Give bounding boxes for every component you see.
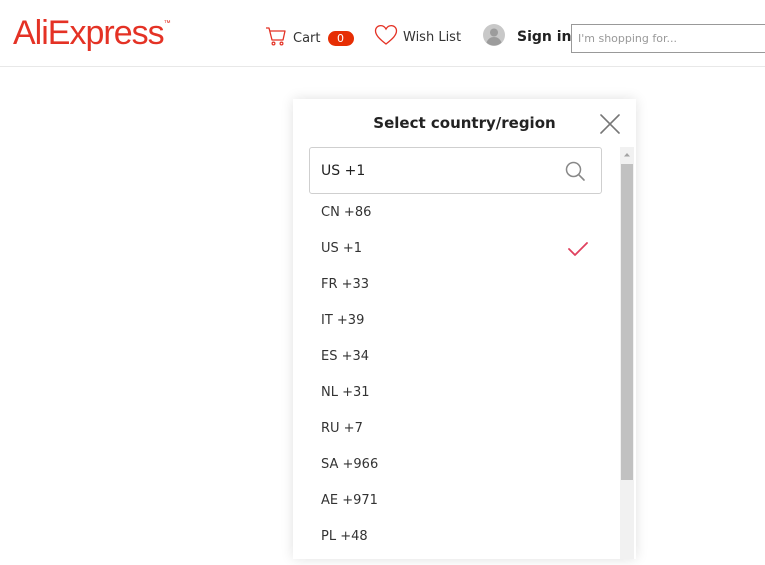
scrollbar-thumb[interactable] (621, 164, 633, 480)
cart-link[interactable]: Cart 0 (265, 25, 354, 51)
top-header: AliExpress™ Cart 0 Wish List Sign in I'm… (0, 0, 765, 67)
signin-link[interactable]: Sign in (483, 24, 572, 50)
close-button[interactable] (598, 112, 622, 136)
cart-label: Cart (293, 30, 321, 46)
country-search-input[interactable] (321, 160, 551, 182)
country-option-es[interactable]: ES +34 (309, 339, 604, 375)
country-list: CN +86 US +1 FR +33 IT +39 ES +34 NL +31… (309, 195, 604, 565)
heart-icon (374, 24, 398, 50)
country-option-label: IT +39 (321, 313, 365, 328)
signin-label: Sign in (517, 29, 572, 45)
wishlist-link[interactable]: Wish List (374, 24, 461, 50)
logo-trademark: ™ (163, 20, 171, 27)
list-scrollbar[interactable] (620, 147, 634, 559)
country-option-label: US +1 (321, 241, 363, 256)
scroll-up-arrow-icon (624, 153, 630, 157)
country-option-cn[interactable]: CN +86 (309, 195, 604, 231)
check-icon (568, 242, 588, 256)
aliexpress-logo[interactable]: AliExpress™ (13, 14, 171, 52)
country-option-ru[interactable]: RU +7 (309, 411, 604, 447)
logo-text: AliExpress (13, 14, 165, 52)
site-search-input[interactable] (571, 24, 765, 53)
cart-icon (265, 25, 287, 51)
wishlist-label: Wish List (403, 29, 462, 45)
country-search-box (309, 147, 602, 194)
scroll-up-button[interactable] (620, 147, 634, 163)
country-option-pl[interactable]: PL +48 (309, 519, 604, 555)
country-option-ae[interactable]: AE +971 (309, 483, 604, 519)
country-option-label: SA +966 (321, 457, 379, 472)
country-option-us[interactable]: US +1 (309, 231, 604, 267)
cart-count-badge: 0 (327, 30, 354, 46)
country-option-label: PL +48 (321, 529, 368, 544)
country-region-dialog: Select country/region CN +86 US +1 FR +3… (293, 99, 636, 559)
country-option-label: NL +31 (321, 385, 370, 400)
country-option-label: ES +34 (321, 349, 370, 364)
country-option-fr[interactable]: FR +33 (309, 267, 604, 303)
close-icon (600, 114, 620, 134)
country-option-it[interactable]: IT +39 (309, 303, 604, 339)
search-icon[interactable] (564, 160, 586, 182)
dialog-title: Select country/region (373, 114, 556, 132)
country-option-label: AE +971 (321, 493, 378, 508)
country-option-label: FR +33 (321, 277, 370, 292)
country-option-label: RU +7 (321, 421, 363, 436)
country-option-label: CN +86 (321, 205, 372, 220)
user-avatar-icon (483, 24, 505, 50)
country-option-sa[interactable]: SA +966 (309, 447, 604, 483)
country-option-nl[interactable]: NL +31 (309, 375, 604, 411)
